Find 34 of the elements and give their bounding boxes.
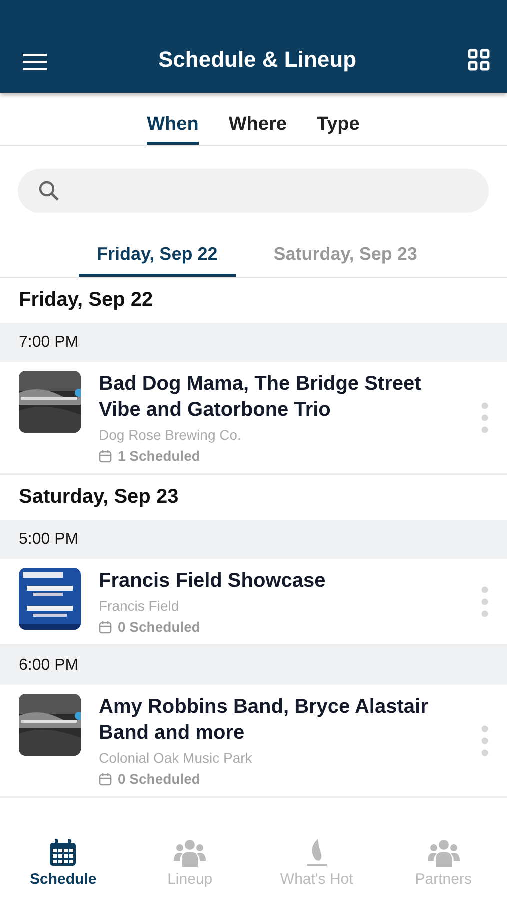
time-label: 7:00 PM xyxy=(19,334,79,352)
time-label: 6:00 PM xyxy=(19,656,79,674)
filter-tab[interactable]: When xyxy=(147,93,199,145)
calendar-icon xyxy=(49,839,78,867)
screen-title: Schedule & Lineup xyxy=(158,47,357,73)
menu-icon[interactable] xyxy=(23,53,47,71)
venue-name: Colonial Oak Music Park xyxy=(99,750,254,766)
more-icon[interactable] xyxy=(481,724,489,756)
filter-tab[interactable]: Where xyxy=(228,93,287,145)
venue-name: Francis Field xyxy=(99,598,180,614)
more-icon[interactable] xyxy=(481,402,489,434)
date-tab[interactable]: Friday, Sep 22 xyxy=(79,235,236,277)
event-title[interactable]: Amy Robbins Band, Bryce Alastair Band and more xyxy=(99,694,451,746)
people-icon xyxy=(174,839,206,867)
day-heading: Saturday, Sep 23 xyxy=(19,486,179,509)
nav-tab[interactable]: Schedule xyxy=(8,838,118,900)
scheduled-count: 0 Scheduled xyxy=(118,619,200,635)
grid-icon[interactable] xyxy=(468,49,490,71)
filter-tab[interactable]: Type xyxy=(316,93,360,145)
calendar-icon xyxy=(99,772,112,786)
flame-icon xyxy=(304,839,329,867)
event-title[interactable]: Bad Dog Mama, The Bridge Street Vibe and Gatorbone Trio xyxy=(99,371,451,423)
day-heading: Friday, Sep 22 xyxy=(19,289,154,312)
scheduled-count: 0 Scheduled xyxy=(118,771,200,787)
search-icon xyxy=(38,180,60,202)
people-icon xyxy=(428,839,460,867)
more-icon[interactable] xyxy=(481,586,489,618)
scheduled-count: 1 Scheduled xyxy=(118,448,200,464)
venue-name: Dog Rose Brewing Co. xyxy=(99,427,242,443)
event-title[interactable]: Francis Field Showcase xyxy=(99,568,451,594)
time-label: 5:00 PM xyxy=(19,530,79,548)
search-field[interactable] xyxy=(18,169,489,213)
calendar-icon xyxy=(99,620,112,634)
calendar-icon xyxy=(99,450,112,462)
